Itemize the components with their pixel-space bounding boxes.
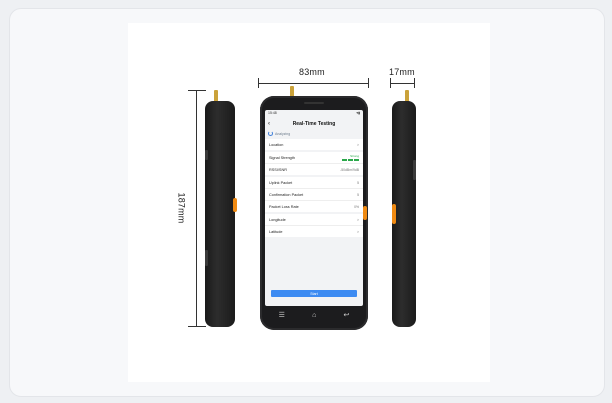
signal-strength-value: Strong: [350, 154, 359, 159]
left-side-device-view: [205, 101, 235, 327]
left-side-button: [205, 150, 208, 160]
chevron-right-icon: >: [357, 217, 359, 222]
location-group: Location >: [265, 139, 363, 150]
app-bar: ‹ Real-Time Testing: [265, 118, 363, 130]
row-label: Signal Strength: [269, 155, 295, 160]
row-label: Uplink Packet: [269, 180, 293, 185]
uplink-packet-row: Uplink Packet 5: [265, 177, 363, 189]
signal-indicator: Strong: [342, 154, 359, 161]
earpiece: [304, 102, 324, 104]
height-dimension-bottom-tick: [188, 326, 206, 327]
confirmation-packet-row: Confirmation Packet 5: [265, 189, 363, 201]
signal-strength-row: Signal Strength Strong: [265, 152, 363, 164]
screen-title: Real-Time Testing: [292, 121, 336, 127]
start-button[interactable]: Start: [271, 290, 357, 297]
right-side-orange-key: [392, 204, 396, 224]
height-dimension-label: 187mm: [176, 192, 187, 224]
packet-group: Uplink Packet 5 Confirmation Packet 5 Pa…: [265, 177, 363, 212]
location-row[interactable]: Location >: [265, 139, 363, 150]
home-icon[interactable]: ⌂: [312, 312, 316, 319]
row-label: Packet Loss Rate: [269, 204, 299, 209]
back-arrow-icon[interactable]: ↩: [344, 311, 350, 319]
signal-wifi-icon: ▾▮: [356, 111, 360, 115]
width-dimension-right-tick: [368, 78, 369, 88]
left-side-button-lower: [205, 250, 208, 266]
chevron-right-icon: >: [357, 142, 359, 147]
signal-group: Signal Strength Strong RSSI/SNR -50dBm/9…: [265, 152, 363, 175]
status-time: 15:48: [268, 111, 277, 115]
front-device-view: 15:48 ▾▮ ‹ Real-Time Testing Analyzing L…: [260, 96, 368, 330]
signal-bars: [342, 159, 359, 161]
chevron-right-icon: >: [357, 229, 359, 234]
longitude-row[interactable]: Longitude >: [265, 214, 363, 226]
coordinates-group: Longitude > Latitude >: [265, 214, 363, 237]
device-screen: 15:48 ▾▮ ‹ Real-Time Testing Analyzing L…: [265, 110, 363, 306]
height-dimension-top-tick: [188, 90, 206, 91]
width-dimension-line: [258, 83, 369, 84]
uplink-packet-value: 5: [357, 180, 359, 185]
spinner-icon: [268, 131, 273, 136]
height-dimension-line: [196, 90, 197, 326]
depth-dimension-right-tick: [414, 78, 415, 88]
right-side-volume-button: [413, 160, 416, 180]
width-dimension-label: 83mm: [299, 67, 325, 77]
analyzing-status: Analyzing: [265, 130, 363, 137]
analyzing-text: Analyzing: [275, 131, 291, 136]
row-label: Longitude: [269, 217, 286, 222]
menu-icon[interactable]: ☰: [279, 311, 285, 319]
row-label: RSSI/SNR: [269, 167, 287, 172]
front-orange-key: [363, 206, 367, 220]
navigation-bar: ☰ ⌂ ↩: [265, 308, 363, 322]
left-side-orange-key: [233, 198, 237, 212]
back-chevron-icon[interactable]: ‹: [268, 121, 270, 127]
width-dimension-left-tick: [258, 78, 259, 88]
depth-dimension-line: [390, 83, 414, 84]
latitude-row[interactable]: Latitude >: [265, 226, 363, 237]
confirmation-packet-value: 5: [357, 192, 359, 197]
depth-dimension-left-tick: [390, 78, 391, 88]
packet-loss-row: Packet Loss Rate 0%: [265, 201, 363, 212]
depth-dimension-label: 17mm: [389, 67, 415, 77]
status-bar: 15:48 ▾▮: [265, 110, 363, 118]
row-label: Latitude: [269, 229, 283, 234]
rssi-snr-row: RSSI/SNR -50dBm/9dB: [265, 164, 363, 175]
row-label: Location: [269, 142, 284, 147]
row-label: Confirmation Packet: [269, 192, 304, 197]
rssi-snr-value: -50dBm/9dB: [340, 167, 359, 172]
packet-loss-value: 0%: [354, 204, 359, 209]
